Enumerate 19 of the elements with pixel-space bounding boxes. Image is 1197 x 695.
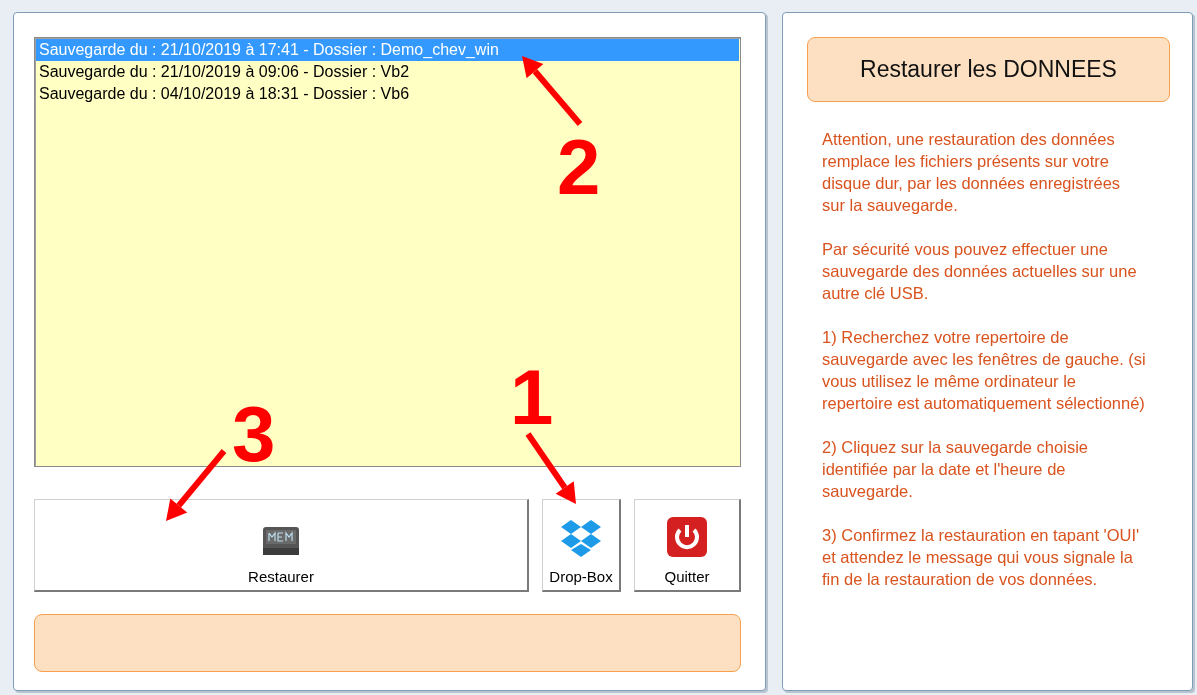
backup-list-item[interactable]: Sauvegarde du : 04/10/2019 à 18:31 - Dossier : Vb6 xyxy=(36,83,739,105)
panel-title: Restaurer les DONNEES xyxy=(860,56,1117,83)
annotation-arrow xyxy=(166,449,227,521)
annotation-arrow xyxy=(522,56,583,126)
power-icon xyxy=(666,516,708,559)
instruction-text: 1) Recherchez votre repertoire de sauvegarde avec les fenêtres de gauche. (si vous utilisez le même ordinateur le repertoire est automatiquement sélectionné) xyxy=(822,327,1146,414)
instruction-text: 2) Cliquez sur la sauvegarde choisie identifiée par la date et l'heure de sauvegarde. xyxy=(822,437,1089,502)
annotation-number: 1 xyxy=(510,358,554,436)
restore-button[interactable]: Restaurer xyxy=(34,499,529,593)
backup-list-item[interactable]: Sauvegarde du : 21/10/2019 à 09:06 - Dossier : Vb2 xyxy=(36,61,739,83)
annotation-number: 2 xyxy=(557,128,601,206)
annotation-arrow xyxy=(525,432,576,504)
instruction-text: 3) Confirmez la restauration en tapant 'OUI' et attendez le message qui vous signale la fin de la restauration de vos données. xyxy=(822,525,1141,590)
dropbox-button[interactable]: Drop-Box xyxy=(542,499,621,593)
quit-button[interactable]: Quitter xyxy=(634,499,741,593)
annotation-number: 3 xyxy=(232,395,276,473)
open-box-icon xyxy=(560,518,602,559)
instruction-text: Attention, une restauration des données remplace les fichiers présents sur votre disque dur, par les données enregistrées sur la sauvegarde. xyxy=(822,129,1122,216)
instruction-text: Par sécurité vous pouvez effectuer une sauvegarde des données actuelles sur une autre clé USB. xyxy=(822,239,1138,304)
